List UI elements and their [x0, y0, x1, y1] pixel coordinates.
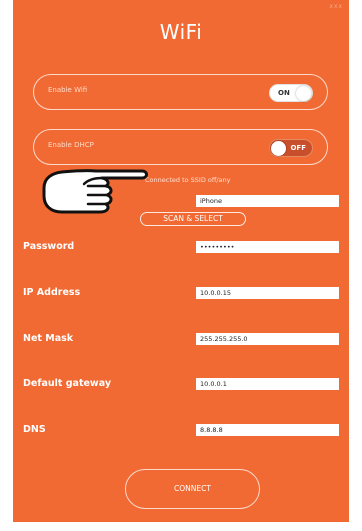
- net-mask-label: Net Mask: [23, 333, 74, 344]
- enable-wifi-toggle[interactable]: ON: [269, 84, 313, 102]
- toggle-knob: [296, 86, 311, 101]
- ip-address-label: IP Address: [23, 287, 81, 298]
- ip-address-field[interactable]: [196, 287, 339, 299]
- corner-mark: xxx: [329, 3, 343, 10]
- net-mask-field[interactable]: [196, 333, 339, 345]
- pointing-hand-icon: [42, 169, 148, 214]
- scan-select-button[interactable]: SCAN & SELECT: [140, 212, 246, 226]
- password-label: Password: [23, 241, 75, 252]
- default-gateway-label: Default gateway: [23, 378, 112, 389]
- password-field[interactable]: [196, 241, 339, 253]
- default-gateway-field[interactable]: [196, 378, 339, 390]
- enable-wifi-row: Enable Wifi ON: [33, 74, 328, 110]
- enable-wifi-toggle-state: ON: [278, 89, 290, 97]
- toggle-knob: [271, 141, 286, 156]
- connection-status: Connected to SSID off/any: [145, 176, 231, 184]
- ssid-field[interactable]: [196, 195, 339, 207]
- wifi-settings-panel: xxx WiFi Enable Wifi ON Enable DHCP OFF …: [13, 0, 349, 522]
- enable-dhcp-toggle[interactable]: OFF: [269, 139, 313, 157]
- enable-dhcp-toggle-state: OFF: [290, 144, 306, 152]
- connect-button[interactable]: CONNECT: [125, 469, 260, 509]
- enable-dhcp-row: Enable DHCP OFF: [33, 129, 328, 165]
- page-title: WiFi: [159, 20, 203, 44]
- enable-dhcp-label: Enable DHCP: [48, 141, 94, 149]
- dns-field[interactable]: [196, 424, 339, 436]
- dns-label: DNS: [23, 424, 46, 435]
- enable-wifi-label: Enable Wifi: [48, 86, 88, 94]
